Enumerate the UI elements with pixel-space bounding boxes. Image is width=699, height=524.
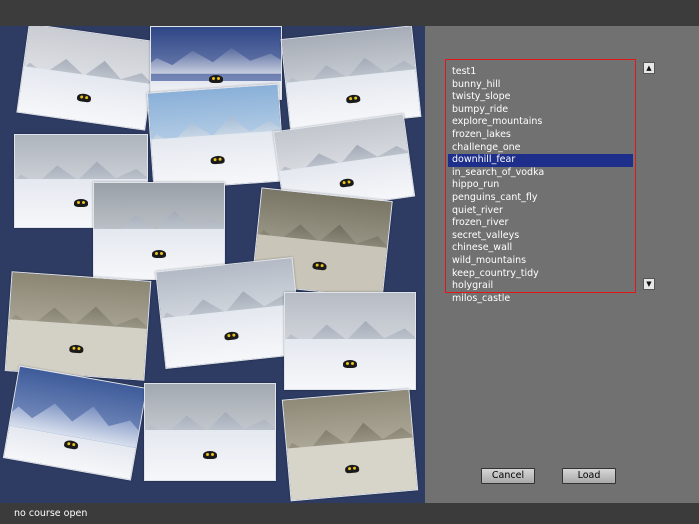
preview-thumbnail: [4, 271, 152, 381]
preview-thumbnail: [284, 292, 416, 390]
course-list-item[interactable]: holygrail: [446, 280, 635, 293]
course-list-item[interactable]: challenge_one: [446, 142, 635, 155]
cancel-button[interactable]: Cancel: [481, 468, 535, 484]
course-list-item[interactable]: chinese_wall: [446, 242, 635, 255]
course-list[interactable]: test1 bunny_hill twisty_slope bumpy_ride exp…: [445, 59, 636, 304]
course-list-item[interactable]: twisty_slope: [446, 91, 635, 104]
preview-thumbnail: [155, 257, 303, 369]
course-list-item[interactable]: quiet_river: [446, 205, 635, 218]
triangle-down-icon: ▼: [646, 280, 652, 288]
course-list-item[interactable]: keep_country_tidy: [446, 268, 635, 281]
course-list-item[interactable]: downhill_fear: [448, 154, 633, 167]
course-list-item[interactable]: secret_valleys: [446, 230, 635, 243]
load-button[interactable]: Load: [562, 468, 616, 484]
scroll-up-button[interactable]: ▲: [643, 62, 655, 74]
course-list-item[interactable]: hippo_run: [446, 179, 635, 192]
course-list-item[interactable]: bumpy_ride: [446, 104, 635, 117]
preview-thumbnail: [146, 83, 286, 191]
course-list-item[interactable]: explore_mountains: [446, 116, 635, 129]
title-bar: [0, 0, 699, 26]
preview-thumbnail: [2, 365, 148, 481]
course-list-item[interactable]: wild_mountains: [446, 255, 635, 268]
course-list-item[interactable]: frozen_lakes: [446, 129, 635, 142]
status-text: no course open: [14, 508, 88, 519]
preview-thumbnail: [144, 383, 276, 481]
course-list-item[interactable]: milos_castle: [446, 293, 635, 306]
course-list-item[interactable]: frozen_river: [446, 217, 635, 230]
course-list-item[interactable]: in_search_of_vodka: [446, 167, 635, 180]
status-bar: no course open: [0, 503, 699, 524]
preview-thumbnail: [16, 26, 158, 131]
course-preview-collage: [0, 26, 425, 503]
course-list-item[interactable]: penguins_cant_fly: [446, 192, 635, 205]
course-list-item[interactable]: test1: [446, 66, 635, 79]
preview-thumbnail: [281, 388, 419, 502]
course-list-item[interactable]: bunny_hill: [446, 79, 635, 92]
triangle-up-icon: ▲: [646, 64, 652, 72]
scroll-down-button[interactable]: ▼: [643, 278, 655, 290]
